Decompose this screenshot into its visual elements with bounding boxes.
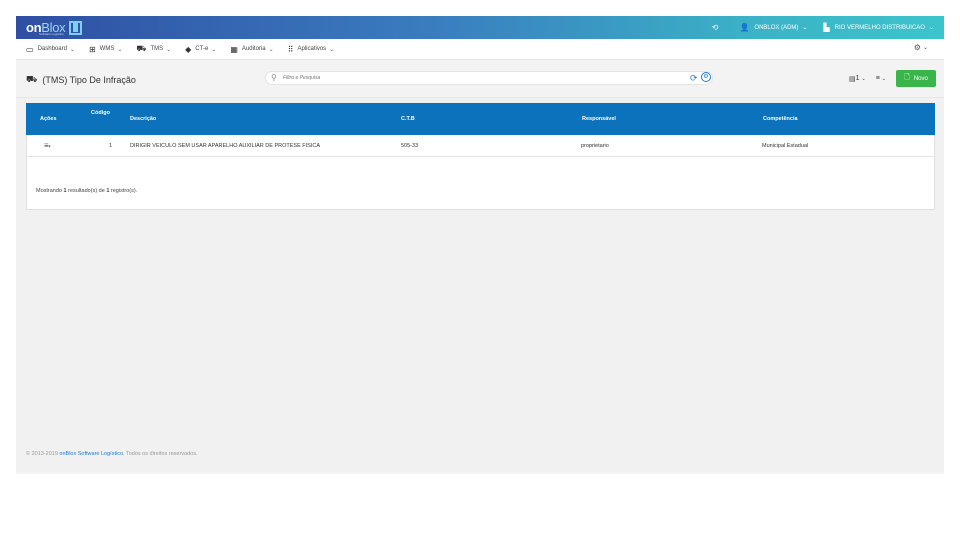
- company-link[interactable]: onBlox Software Logístico: [59, 451, 123, 457]
- cell-codigo: 1: [109, 143, 113, 149]
- refresh-icon[interactable]: ⟳: [690, 73, 698, 84]
- cell-responsavel: proprietario: [581, 143, 609, 149]
- chevron-down-icon: ⌄: [861, 75, 866, 82]
- chevron-down-icon: ⌄: [268, 46, 274, 53]
- chevron-down-icon: ⌄: [69, 46, 75, 53]
- row-actions-menu[interactable]: ≡▾: [44, 141, 51, 150]
- table-header: Ações Código Descrição C.T.B Responsável…: [26, 103, 935, 135]
- user-name: ONBLOX (ADM): [754, 24, 799, 31]
- menu-item-auditoria[interactable]: ▦ Auditoria ⌄: [230, 45, 273, 54]
- table-row[interactable]: ≡▾ 1 DIRIGIR VEICULO SEM USAR APARELHO A…: [27, 135, 934, 157]
- menu-item-label: Auditoria: [241, 46, 266, 52]
- chevron-down-icon: ⌄: [881, 75, 886, 82]
- building-icon: ▙: [823, 23, 830, 32]
- header-acoes: Ações: [40, 116, 57, 122]
- page-header: ⛟ (TMS) Tipo De Infração ⚲ ⟳ ⚙ ▤ 1 ⌄ ≡ ⌄…: [16, 60, 944, 98]
- truck-icon: ⛟: [136, 44, 147, 53]
- chevron-down-icon: ⌄: [802, 25, 808, 31]
- menu-item-cte[interactable]: ◆ CT-e ⌄: [185, 45, 216, 54]
- cell-ctb: 505-33: [401, 143, 419, 149]
- chevron-down-icon: ⌄: [117, 46, 123, 53]
- page-size-select[interactable]: ▤ 1 ⌄: [849, 75, 866, 83]
- search-input[interactable]: [283, 73, 683, 83]
- menu-icon: ≡: [875, 75, 880, 82]
- menu-item-aplicativos[interactable]: ⠿ Aplicativos ⌄: [288, 45, 335, 54]
- new-document-icon: 🗋: [904, 74, 910, 81]
- header-codigo[interactable]: Código: [91, 110, 110, 116]
- advanced-filter-icon[interactable]: ⚙: [701, 72, 711, 82]
- header-competencia[interactable]: Competência: [763, 116, 798, 122]
- search-box: ⚲: [265, 71, 713, 85]
- logo-mark-icon: [69, 20, 83, 35]
- results-panel: Ações Código Descrição C.T.B Responsável…: [26, 103, 935, 210]
- list-icon: ▤: [848, 75, 856, 83]
- onblox-logo[interactable]: on Blox Software Logístico: [26, 19, 83, 36]
- new-button[interactable]: 🗋 Novo: [896, 70, 936, 87]
- page-title-text: (TMS) Tipo De Infração: [42, 75, 136, 85]
- menu-item-tms[interactable]: ⛟ TMS ⌄: [136, 44, 171, 54]
- chevron-down-icon: ⌄: [922, 45, 928, 51]
- new-button-label: Novo: [913, 75, 928, 82]
- page-title: ⛟ (TMS) Tipo De Infração: [26, 74, 136, 86]
- top-right-actions: ⟲ 👤 ONBLOX (ADM) ⌄ ▙ RIO VERMELHO DISTRI…: [696, 16, 934, 39]
- chevron-down-icon: ⌄: [329, 46, 335, 53]
- company-menu[interactable]: ▙ RIO VERMELHO DISTRIBUICAO ⌄: [823, 23, 934, 32]
- user-menu[interactable]: 👤 ONBLOX (ADM) ⌄: [739, 23, 807, 32]
- user-icon: 👤: [739, 23, 750, 32]
- history-icon: ⟲: [711, 23, 719, 32]
- chevron-down-icon: ⌄: [211, 46, 217, 53]
- menu-item-label: WMS: [99, 46, 115, 52]
- results-count-middle: resultado(s) de: [66, 188, 107, 194]
- truck-icon: ⛟: [26, 74, 38, 84]
- header-ctb[interactable]: C.T.B: [401, 116, 415, 122]
- history-button[interactable]: ⟲: [712, 23, 724, 32]
- gear-icon: ⚙: [913, 43, 921, 52]
- building-icon: ▦: [230, 44, 238, 54]
- monitor-icon: ▭: [26, 44, 34, 54]
- main-menu: ▭ Dashboard ⌄ ⊞ WMS ⌄ ⛟ TMS ⌄ ◆ CT-e ⌄ ▦…: [16, 39, 944, 60]
- grid-icon: ⊞: [88, 44, 96, 54]
- view-options[interactable]: ≡ ⌄: [876, 75, 886, 82]
- results-count-prefix: Mostrando: [36, 188, 64, 194]
- cell-descricao: DIRIGIR VEICULO SEM USAR APARELHO AUXILI…: [130, 143, 320, 149]
- header-tools: ▤ 1 ⌄ ≡ ⌄ 🗋 Novo: [849, 70, 936, 87]
- copyright-suffix: . Todos os direitos reservados.: [123, 451, 198, 457]
- menu-item-label: Aplicativos: [297, 46, 327, 52]
- results-count: Mostrando 1 resultado(s) de 1 registro(s…: [36, 188, 137, 194]
- menu-item-wms[interactable]: ⊞ WMS ⌄: [89, 45, 122, 54]
- copyright-footer: © 2013-2019 onBlox Software Logístico. T…: [26, 451, 198, 457]
- cell-competencia: Municipal Estadual: [762, 143, 809, 149]
- settings-menu[interactable]: ⚙ ⌄: [914, 43, 928, 52]
- chevron-down-icon: ⌄: [928, 25, 934, 31]
- menu-item-label: CT-e: [195, 46, 209, 52]
- header-responsavel[interactable]: Responsável: [582, 116, 616, 122]
- gem-icon: ◆: [185, 44, 192, 54]
- search-icon: ⚲: [271, 73, 277, 82]
- apps-icon: ⠿: [287, 44, 294, 54]
- copyright-prefix: © 2013-2019: [26, 451, 60, 457]
- app-window: on Blox Software Logístico ⟲ 👤 ONBLOX (AD…: [16, 16, 944, 474]
- chevron-down-icon: ▾: [48, 143, 51, 149]
- menu-item-label: TMS: [150, 46, 164, 52]
- menu-item-dashboard[interactable]: ▭ Dashboard ⌄: [26, 45, 75, 54]
- logo-subtitle: Software Logístico: [39, 32, 64, 36]
- menu-item-label: Dashboard: [37, 46, 67, 52]
- page-size-value: 1: [855, 75, 860, 82]
- top-bar: on Blox Software Logístico ⟲ 👤 ONBLOX (AD…: [16, 16, 944, 39]
- chevron-down-icon: ⌄: [166, 46, 172, 53]
- header-descricao[interactable]: Descrição: [130, 116, 156, 122]
- results-count-suffix: registro(s).: [109, 188, 138, 194]
- company-name: RIO VERMELHO DISTRIBUICAO: [834, 24, 925, 31]
